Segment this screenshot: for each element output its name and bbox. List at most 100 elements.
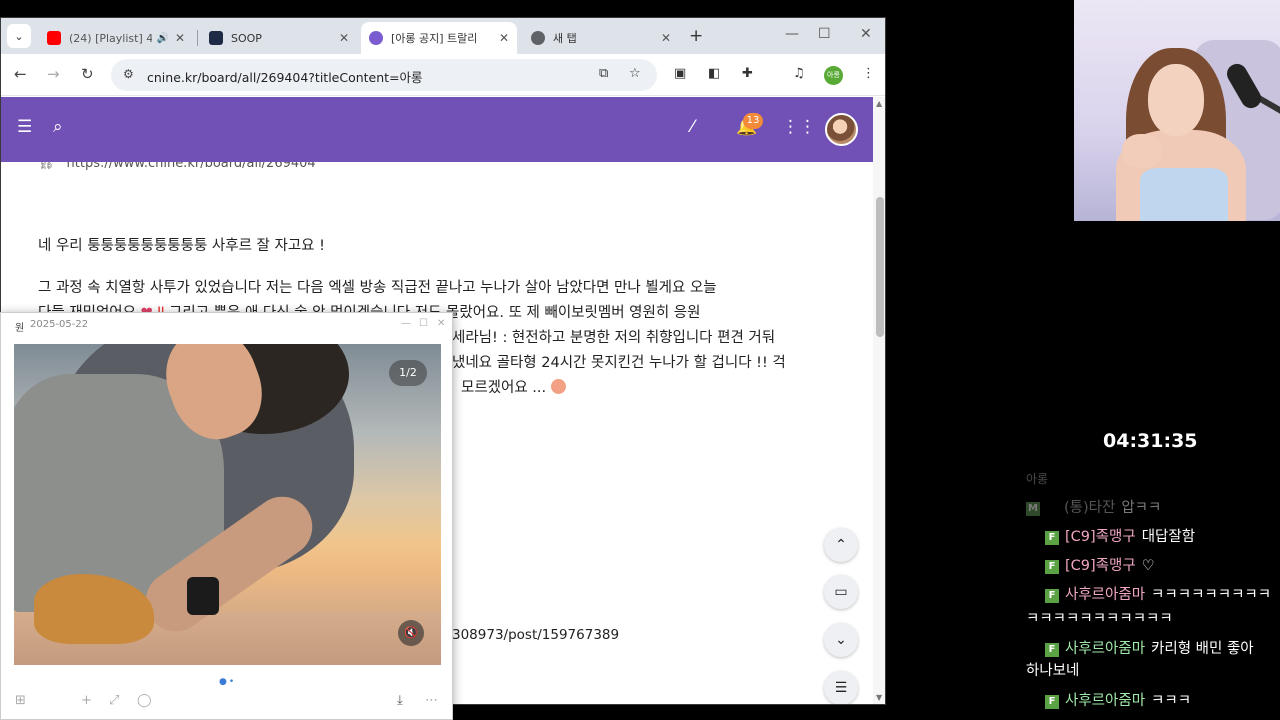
- reload-icon[interactable]: ↻: [81, 65, 94, 83]
- chat-message-continued: ㅋㅋㅋㅋㅋㅋㅋㅋㅋㅋㅋ: [1026, 611, 1173, 627]
- chevron-down-icon: ⌄: [835, 632, 847, 648]
- site-header: ☰ ⌕ ⁄ 🔔 13 ⋮⋮: [1, 97, 873, 162]
- comment-icon: ▭: [834, 584, 848, 600]
- chat-text: 카리형 배민 좋아: [1151, 641, 1254, 657]
- download-icon[interactable]: ⤓: [397, 693, 403, 708]
- chat-nick: 사후르아줌마: [1065, 587, 1146, 603]
- close-icon[interactable]: ✕: [175, 31, 185, 45]
- forward-icon[interactable]: →: [47, 65, 60, 83]
- puzzle-icon[interactable]: ✚: [742, 66, 753, 81]
- chat-message: F 사후르아줌마 카리형 배민 좋아: [1045, 637, 1254, 658]
- carousel-dots[interactable]: ●•: [219, 677, 236, 687]
- chevron-up-icon: ⌃: [835, 537, 847, 553]
- cam-hand: [1122, 134, 1162, 168]
- chrome-icon: [531, 31, 545, 45]
- user-avatar[interactable]: [825, 113, 858, 146]
- media-control-icon[interactable]: ♫: [793, 66, 805, 81]
- minimize-icon[interactable]: —: [401, 318, 411, 329]
- chat-text: ㅋㅋㅋㅋㅋㅋㅋㅋㅋ: [1151, 587, 1272, 603]
- notification-badge: 13: [743, 113, 763, 129]
- tab-title: SOOP: [231, 31, 262, 45]
- post-paragraph-line: 모르겠어요 ...: [461, 376, 566, 401]
- chat-faded-line: 아롱: [1026, 472, 1049, 486]
- close-icon[interactable]: ✕: [339, 31, 349, 45]
- chat-message: M (통)타잔 압ㅋㅋ: [1026, 496, 1161, 517]
- close-icon[interactable]: ✕: [437, 318, 445, 329]
- post-photo[interactable]: [14, 344, 441, 665]
- tab-separator: [197, 30, 198, 46]
- chat-nick: [C9]족맹구: [1065, 558, 1136, 574]
- tab-title: (24) [Playlist] 4: [69, 31, 153, 45]
- soop-icon: [209, 31, 223, 45]
- list-button[interactable]: ☰: [824, 671, 858, 704]
- search-icon[interactable]: ⌕: [53, 117, 63, 137]
- fan-badge: F: [1045, 695, 1059, 709]
- expand-icon[interactable]: ⤢: [109, 693, 119, 708]
- tab-search-button[interactable]: ⌄: [7, 24, 31, 48]
- address-bar[interactable]: ⚙ cnine.kr/board/all/269404?titleContent…: [111, 59, 657, 91]
- image-viewer-popup[interactable]: 원 2025-05-22 — ☐ ✕ 1/2 🔇 ●• ⊞ + ⤢ ◯ ⤓ ⋯: [0, 312, 453, 720]
- tab-cnine-active[interactable]: [아롱 공지] 트랄리 ✕: [361, 22, 517, 54]
- tab-youtube[interactable]: (24) [Playlist] 4 🔊 ✕: [39, 22, 193, 54]
- chat-text: 압ㅋㅋ: [1121, 500, 1162, 516]
- comment-button[interactable]: ▭: [824, 575, 858, 609]
- speaker-icon[interactable]: 🔊: [156, 33, 168, 44]
- webcam-feed: [1074, 0, 1280, 221]
- theme-toggle-icon[interactable]: ⁄: [691, 117, 694, 137]
- window-close-icon[interactable]: ✕: [860, 26, 872, 42]
- page-scrollbar[interactable]: ▲ ▼: [873, 97, 885, 704]
- chat-text: ♡: [1141, 558, 1155, 574]
- mute-icon[interactable]: 🔇: [398, 620, 424, 646]
- chat-message: F [C9]족맹구 대답잘함: [1045, 525, 1195, 546]
- chat-nick: (통)타잔: [1064, 500, 1116, 516]
- extension-icon[interactable]: ▣: [674, 66, 686, 81]
- post-paragraph: 네 우리 퉁퉁퉁퉁퉁퉁퉁퉁퉁 사후르 잘 자고요 !: [38, 238, 325, 254]
- tab-soop[interactable]: SOOP ✕: [201, 22, 357, 54]
- scroll-top-button[interactable]: ⌃: [824, 528, 858, 562]
- bookmark-star-icon[interactable]: ☆: [629, 66, 641, 81]
- tab-strip: ⌄ (24) [Playlist] 4 🔊 ✕ SOOP ✕ [아롱 공지] 트…: [1, 18, 885, 54]
- hamburger-menu-icon[interactable]: ☰: [17, 117, 32, 137]
- install-app-icon[interactable]: ⧉: [599, 66, 608, 81]
- post-paragraph: 그 과정 속 치열항 사투가 있었습니다 저는 다음 엑셀 방송 직급전 끝나고…: [38, 280, 717, 296]
- new-tab-button[interactable]: +: [689, 26, 703, 46]
- menu-kebab-icon[interactable]: ⋮: [862, 66, 875, 81]
- tab-new[interactable]: 새 탭 ✕: [523, 22, 679, 54]
- close-icon[interactable]: ✕: [661, 31, 671, 45]
- scroll-up-arrow-icon[interactable]: ▲: [876, 99, 882, 108]
- scrollbar-thumb[interactable]: [876, 197, 884, 337]
- popup-author: 원: [15, 323, 25, 334]
- minimize-icon[interactable]: —: [785, 26, 799, 42]
- back-icon[interactable]: ←: [14, 65, 27, 83]
- post-link-row: ⛓ https://www.cnine.kr/board/all/269404: [38, 162, 316, 171]
- maximize-icon[interactable]: ☐: [419, 318, 428, 329]
- cam-face: [1148, 64, 1204, 136]
- rotate-icon[interactable]: ◯: [137, 693, 152, 708]
- link-icon: ⛓: [38, 162, 55, 171]
- scroll-bottom-button[interactable]: ⌄: [824, 623, 858, 657]
- chat-nick: [C9]족맹구: [1065, 529, 1136, 545]
- close-icon[interactable]: ✕: [499, 31, 509, 45]
- chat-text: 대답잘함: [1141, 529, 1196, 545]
- chat-text: ㅋㅋㅋ: [1151, 693, 1192, 709]
- fan-badge: F: [1045, 560, 1059, 574]
- site-info-icon[interactable]: ⚙: [123, 67, 134, 81]
- post-link[interactable]: https://www.cnine.kr/board/all/269404: [67, 162, 316, 171]
- grid-icon[interactable]: ⊞: [15, 693, 26, 708]
- image-pager: 1/2: [389, 360, 427, 386]
- url-text[interactable]: cnine.kr/board/all/269404?titleContent=아…: [147, 67, 423, 86]
- maximize-icon[interactable]: ☐: [818, 26, 831, 42]
- embed-link[interactable]: 308973/post/159767389: [452, 627, 619, 643]
- add-icon[interactable]: +: [81, 693, 92, 708]
- popup-date: 2025-05-22: [30, 319, 89, 330]
- more-icon[interactable]: ⋯: [425, 693, 438, 708]
- fan-badge: F: [1045, 643, 1059, 657]
- extension2-icon[interactable]: ◧: [708, 66, 720, 81]
- profile-avatar[interactable]: 아롱: [824, 66, 843, 85]
- cam-clothing: [1140, 168, 1228, 221]
- chat-nick: 사후르아줌마: [1065, 693, 1146, 709]
- apps-grid-icon[interactable]: ⋮⋮: [782, 117, 816, 137]
- chat-message: F 사후르아줌마 ㅋㅋㅋ: [1045, 689, 1191, 710]
- post-paragraph: 세라님! : 현전하고 분명한 저의 취향입니다 편견 거둬: [452, 330, 776, 346]
- scroll-down-arrow-icon[interactable]: ▼: [876, 693, 882, 702]
